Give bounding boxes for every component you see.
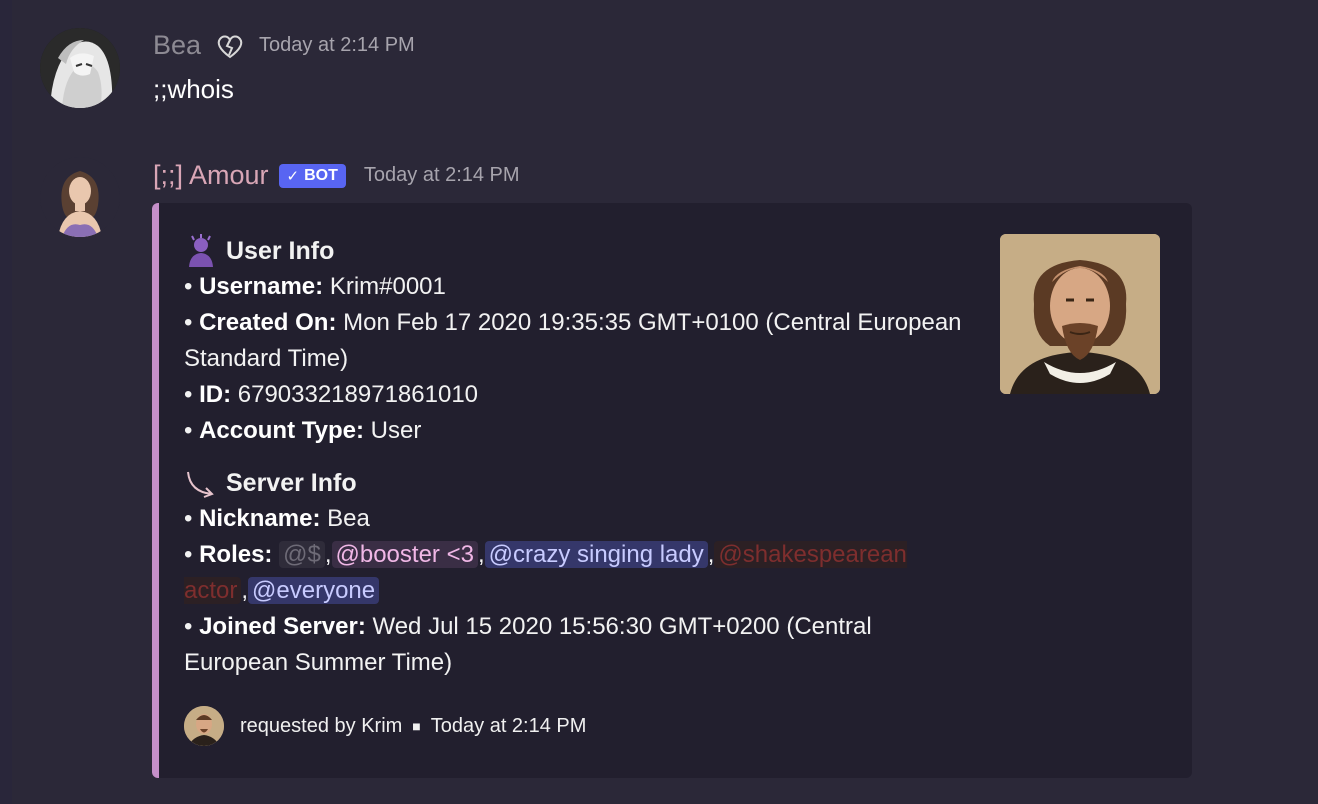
avatar-bea[interactable] xyxy=(40,28,120,108)
embed-accent-bar xyxy=(152,203,159,778)
shakespeare-avatar-icon xyxy=(184,706,224,746)
message-header: Bea Today at 2:14 PM xyxy=(153,30,415,61)
bot-tag-label: BOT xyxy=(304,166,338,184)
id-line: • ID: 679033218971861010 xyxy=(184,377,964,413)
broken-heart-icon xyxy=(217,35,243,58)
server-info-heading: Server Info xyxy=(184,465,964,501)
message-header: [;;] Amour ✓ BOT Today at 2:14 PM xyxy=(153,160,520,191)
account-value: User xyxy=(370,417,422,444)
id-label: ID: xyxy=(199,381,232,408)
joined-label: Joined Server: xyxy=(199,613,366,640)
woman-avatar-icon xyxy=(40,157,120,237)
id-value: 679033218971861010 xyxy=(237,381,479,408)
username-label: Username: xyxy=(199,273,324,300)
curved-arrow-icon xyxy=(187,471,214,498)
footer-avatar xyxy=(184,706,224,746)
server-info-title: Server Info xyxy=(226,469,357,497)
account-line: • Account Type: User xyxy=(184,413,964,449)
created-line: • Created On: Mon Feb 17 2020 19:35:35 G… xyxy=(184,305,964,377)
nickname-line: • Nickname: Bea xyxy=(184,501,964,537)
channel-edge xyxy=(0,0,12,804)
bullet: • xyxy=(184,613,193,640)
user-info-title: User Info xyxy=(226,237,335,265)
bullet: • xyxy=(184,273,193,300)
bullet: • xyxy=(184,381,193,408)
anime-avatar-icon xyxy=(40,28,120,108)
embed-footer: requested by Krim ■ Today at 2:14 PM xyxy=(184,706,586,746)
footer-timestamp: Today at 2:14 PM xyxy=(430,714,587,737)
message-timestamp: Today at 2:14 PM xyxy=(259,34,415,56)
username-line: • Username: Krim#0001 xyxy=(184,269,964,305)
joined-line: • Joined Server: Wed Jul 15 2020 15:56:3… xyxy=(184,609,964,681)
message-timestamp: Today at 2:14 PM xyxy=(363,164,520,186)
bullet: • xyxy=(184,541,193,568)
author-name[interactable]: Bea xyxy=(153,30,201,61)
bot-tag: ✓ BOT xyxy=(278,163,346,188)
message-content: ;;whois xyxy=(153,74,234,104)
user-info-heading: User Info xyxy=(184,233,964,269)
role-mention[interactable]: @everyone xyxy=(248,577,380,604)
person-icon xyxy=(189,234,213,267)
account-label: Account Type: xyxy=(199,417,364,444)
avatar-amour[interactable] xyxy=(40,157,120,237)
username-value: Krim#0001 xyxy=(329,273,446,300)
roles-label: Roles: xyxy=(199,541,273,568)
author-name[interactable]: [;;] Amour xyxy=(153,160,269,191)
embed-thumbnail[interactable] xyxy=(1000,234,1160,394)
separator: , xyxy=(324,541,332,568)
embed-description: User Info • Username: Krim#0001 • Create… xyxy=(184,233,964,681)
footer-text: requested by Krim xyxy=(240,714,403,737)
created-label: Created On: xyxy=(199,309,337,336)
role-mention[interactable]: @$ xyxy=(279,541,325,568)
whois-embed: User Info • Username: Krim#0001 • Create… xyxy=(152,203,1192,778)
bullet: • xyxy=(184,309,193,336)
separator: , xyxy=(477,541,485,568)
shakespeare-portrait-icon xyxy=(1000,234,1160,394)
roles-line: • Roles: @$, @booster <3, @crazy singing l… xyxy=(184,537,964,609)
bullet: • xyxy=(184,505,193,532)
bullet: • xyxy=(184,417,193,444)
nickname-label: Nickname: xyxy=(199,505,321,532)
nickname-value: Bea xyxy=(327,505,370,532)
checkmark-icon: ✓ xyxy=(286,167,300,185)
role-mention[interactable]: @booster <3 xyxy=(331,541,478,568)
footer-separator: ■ xyxy=(412,718,421,734)
role-mention[interactable]: @crazy singing lady xyxy=(484,541,708,568)
